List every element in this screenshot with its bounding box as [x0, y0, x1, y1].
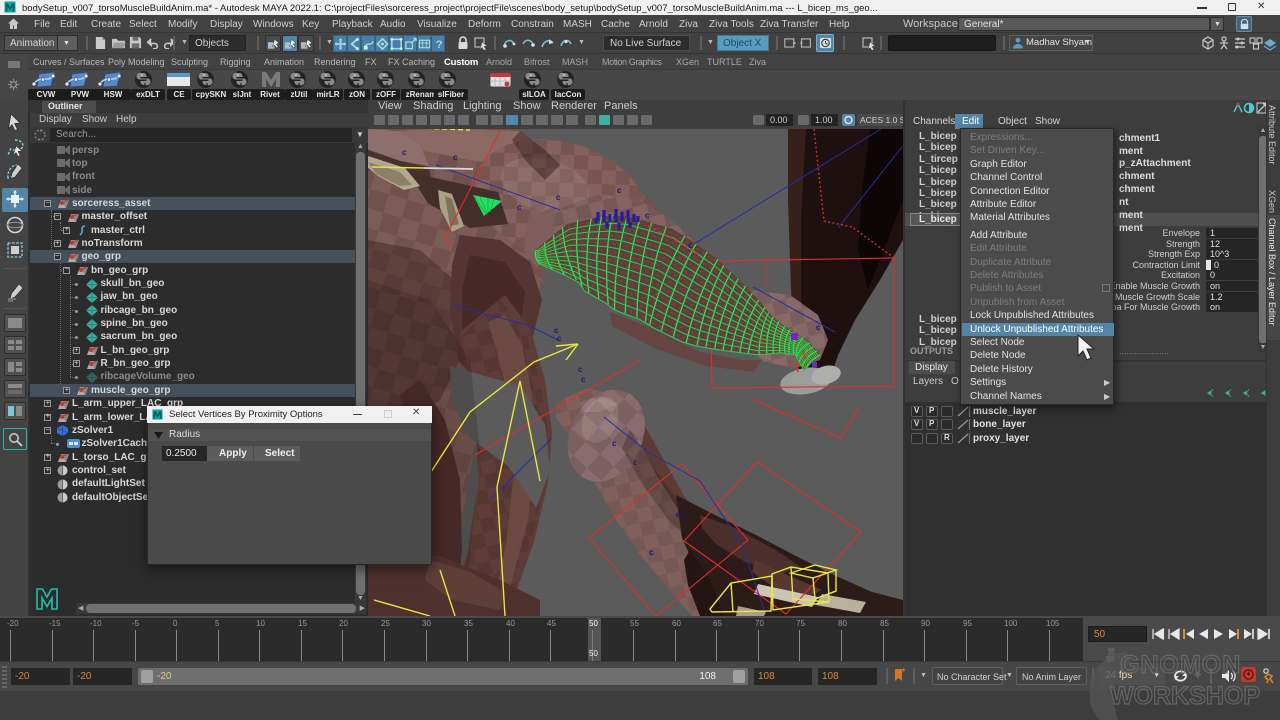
- svg-text:c: c: [453, 153, 458, 162]
- svg-text:c: c: [578, 365, 583, 374]
- svg-text:c: c: [683, 514, 688, 523]
- svg-text:c: c: [649, 548, 654, 557]
- svg-text:c: c: [612, 439, 617, 448]
- svg-text:c: c: [581, 375, 586, 384]
- svg-text:c: c: [676, 510, 681, 519]
- svg-text:c: c: [645, 211, 650, 220]
- svg-text:c: c: [633, 458, 638, 467]
- svg-text:c: c: [697, 552, 702, 561]
- svg-text:c: c: [556, 193, 561, 202]
- svg-text:c: c: [727, 593, 732, 602]
- svg-text:1.00: 1.00: [815, 115, 833, 125]
- svg-text:c: c: [402, 148, 407, 157]
- svg-text:0.00: 0.00: [770, 115, 788, 125]
- svg-text:c: c: [688, 241, 693, 250]
- svg-text:?: ?: [436, 39, 443, 51]
- svg-text:c: c: [557, 334, 562, 343]
- svg-text:ACES 1.0 SDR+: ACES 1.0 SDR+: [860, 115, 903, 125]
- svg-text:c: c: [517, 203, 522, 212]
- svg-text:c: c: [816, 323, 821, 332]
- svg-text:c: c: [617, 186, 622, 195]
